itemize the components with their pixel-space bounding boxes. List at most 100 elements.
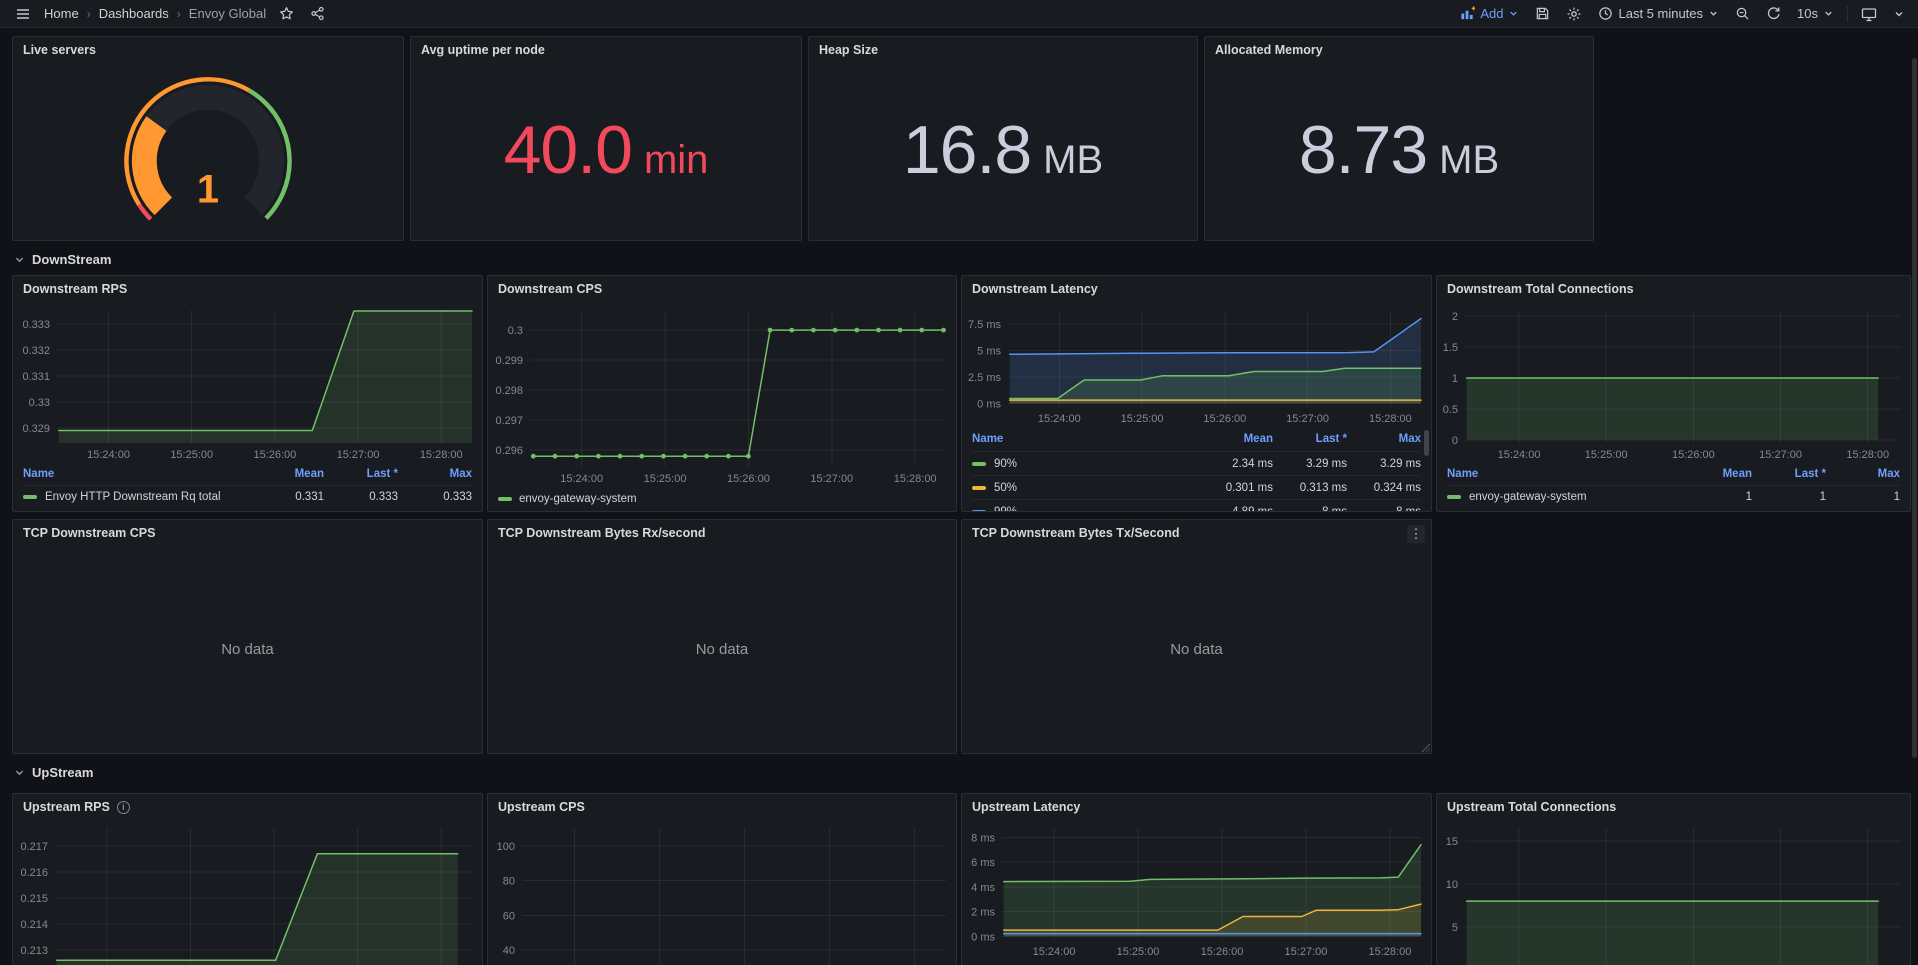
refresh-button[interactable] (1763, 4, 1784, 23)
menu-toggle-button[interactable] (12, 4, 34, 24)
tv-mode-button[interactable] (1858, 4, 1880, 24)
series-name: envoy-gateway-system (1469, 491, 1587, 503)
refresh-interval-picker[interactable]: 10s (1794, 4, 1837, 23)
clock-icon (1598, 6, 1613, 21)
save-icon (1535, 6, 1550, 21)
legend-row[interactable]: 99%4.89 ms8 ms8 ms (972, 499, 1421, 512)
legend-col-stat[interactable]: Max (398, 468, 472, 480)
legend-value: 0.333 (398, 491, 472, 503)
svg-text:2: 2 (1452, 311, 1458, 323)
section-downstream[interactable]: DownStream (14, 247, 1918, 271)
add-panel-icon (1460, 6, 1475, 21)
timeseries-chart[interactable]: 0.30.2990.2980.2970.29615:24:0015:25:001… (488, 302, 956, 487)
legend-row[interactable]: 90%2.34 ms3.29 ms3.29 ms (972, 451, 1421, 475)
dashboard-settings-button[interactable] (1563, 4, 1585, 24)
legend-col-stat[interactable]: Max (1347, 433, 1421, 445)
stat-value-area: 8.73 MB (1205, 63, 1593, 236)
panel-upstream-total-connections: Upstream Total Connections 15105 (1436, 793, 1911, 965)
legend-row[interactable]: 50%0.301 ms0.313 ms0.324 ms (972, 475, 1421, 499)
panel-title[interactable]: Upstream RPS i (13, 794, 482, 820)
panel-title[interactable]: Upstream Latency (962, 794, 1431, 820)
panel-title[interactable]: TCP Downstream Bytes Tx/Second (962, 520, 1431, 546)
svg-text:15:25:00: 15:25:00 (1121, 413, 1164, 425)
panel-tcp-downstream-bytes-rx: TCP Downstream Bytes Rx/second No data (487, 519, 957, 754)
legend-col-name[interactable]: Name (23, 468, 250, 480)
panel-title[interactable]: Upstream Total Connections (1437, 794, 1910, 820)
panel-title[interactable]: TCP Downstream CPS (13, 520, 482, 546)
timeseries-chart[interactable]: 0.3330.3320.3310.330.32915:24:0015:25:00… (13, 302, 482, 463)
legend-col-stat[interactable]: Last * (1273, 433, 1347, 445)
legend-value: 3.29 ms (1273, 458, 1347, 470)
share-button[interactable] (307, 4, 328, 23)
legend-col-stat[interactable]: Mean (1678, 468, 1752, 480)
series-color-swatch (1447, 495, 1461, 499)
timeseries-chart[interactable]: 8 ms6 ms4 ms2 ms0 ms15:24:0015:25:0015:2… (962, 820, 1431, 960)
no-data-message: No data (488, 546, 956, 753)
panel-title[interactable]: Heap Size (809, 37, 1197, 63)
legend-row[interactable]: envoy-gateway-system111 (1447, 485, 1900, 507)
timeseries-chart[interactable]: 100806040 (488, 820, 956, 965)
timeseries-chart[interactable]: 21.510.5015:24:0015:25:0015:26:0015:27:0… (1437, 302, 1910, 463)
stat-value: 8.73 (1299, 111, 1427, 189)
svg-text:15:26:00: 15:26:00 (727, 473, 770, 485)
svg-text:0.299: 0.299 (495, 355, 523, 367)
panel-tcp-downstream-bytes-tx: TCP Downstream Bytes Tx/Second ⋮ No data (961, 519, 1432, 754)
panel-title[interactable]: Allocated Memory (1205, 37, 1593, 63)
zoom-out-button[interactable] (1732, 4, 1753, 23)
legend-col-stat[interactable]: Last * (324, 468, 398, 480)
favorite-button[interactable] (276, 4, 297, 23)
refresh-interval-label: 10s (1797, 6, 1818, 21)
timeseries-chart[interactable]: 7.5 ms5 ms2.5 ms0 ms15:24:0015:25:0015:2… (962, 302, 1431, 427)
section-upstream[interactable]: UpStream (14, 760, 1918, 784)
panel-title[interactable]: TCP Downstream Bytes Rx/second (488, 520, 956, 546)
add-button[interactable]: Add (1457, 4, 1522, 23)
gauge: 1 (13, 63, 403, 238)
svg-text:15:24:00: 15:24:00 (1498, 449, 1541, 461)
legend-col-name[interactable]: Name (972, 433, 1199, 445)
panel-menu-icon[interactable]: ⋮ (1407, 525, 1425, 543)
timeseries-chart[interactable]: 15105 (1437, 820, 1910, 965)
legend-item[interactable]: envoy-gateway-system (498, 493, 637, 505)
panel-title[interactable]: Downstream Latency (962, 276, 1431, 302)
panel-title[interactable]: Live servers (13, 37, 403, 63)
svg-text:15:26:00: 15:26:00 (1203, 413, 1246, 425)
navbar-more-button[interactable] (1890, 6, 1908, 22)
svg-text:0.298: 0.298 (495, 385, 523, 397)
panel-title[interactable]: Downstream RPS (13, 276, 482, 302)
series-name: 99% (994, 506, 1017, 513)
stat-value: 40.0 (504, 111, 632, 189)
time-range-picker[interactable]: Last 5 minutes (1595, 4, 1722, 23)
svg-text:0 ms: 0 ms (977, 398, 1001, 410)
breadcrumb-home[interactable]: Home (44, 6, 79, 21)
panel-title[interactable]: Downstream CPS (488, 276, 956, 302)
legend-scrollbar[interactable] (1424, 430, 1429, 456)
svg-text:10: 10 (1446, 879, 1458, 891)
legend-col-stat[interactable]: Mean (1199, 433, 1273, 445)
panel-title[interactable]: Upstream CPS (488, 794, 956, 820)
legend-col-name[interactable]: Name (1447, 468, 1678, 480)
info-icon[interactable]: i (117, 801, 130, 814)
legend-value: 1 (1752, 491, 1826, 503)
legend-row[interactable]: Envoy HTTP Downstream Rq total0.3310.333… (23, 485, 472, 507)
legend-col-stat[interactable]: Mean (250, 468, 324, 480)
panel-title-label: TCP Downstream CPS (23, 526, 155, 540)
panel-title[interactable]: Avg uptime per node (411, 37, 801, 63)
legend-col-stat[interactable]: Last * (1752, 468, 1826, 480)
legend-value: 0.333 (324, 491, 398, 503)
panel-downstream-total-connections: Downstream Total Connections 21.510.5015… (1436, 275, 1911, 512)
breadcrumb-dashboards[interactable]: Dashboards (99, 6, 169, 21)
panel-title[interactable]: Downstream Total Connections (1437, 276, 1910, 302)
grafana-app: Home › Dashboards › Envoy Global Add (0, 0, 1918, 965)
svg-text:2.5 ms: 2.5 ms (968, 372, 1002, 384)
svg-text:0.213: 0.213 (20, 945, 48, 957)
series-color-swatch (972, 510, 986, 513)
legend-header: NameMeanLast *Max (972, 960, 1421, 965)
panel-downstream-cps: Downstream CPS 0.30.2990.2980.2970.29615… (487, 275, 957, 512)
panel-tcp-downstream-cps: TCP Downstream CPS No data (12, 519, 483, 754)
save-dashboard-button[interactable] (1532, 4, 1553, 23)
timeseries-chart[interactable]: 0.2170.2160.2150.2140.213 (13, 820, 482, 965)
panel-title-label: Downstream RPS (23, 282, 127, 296)
page-scrollbar[interactable] (1912, 58, 1917, 758)
svg-text:0.217: 0.217 (20, 841, 48, 853)
legend-col-stat[interactable]: Max (1826, 468, 1900, 480)
